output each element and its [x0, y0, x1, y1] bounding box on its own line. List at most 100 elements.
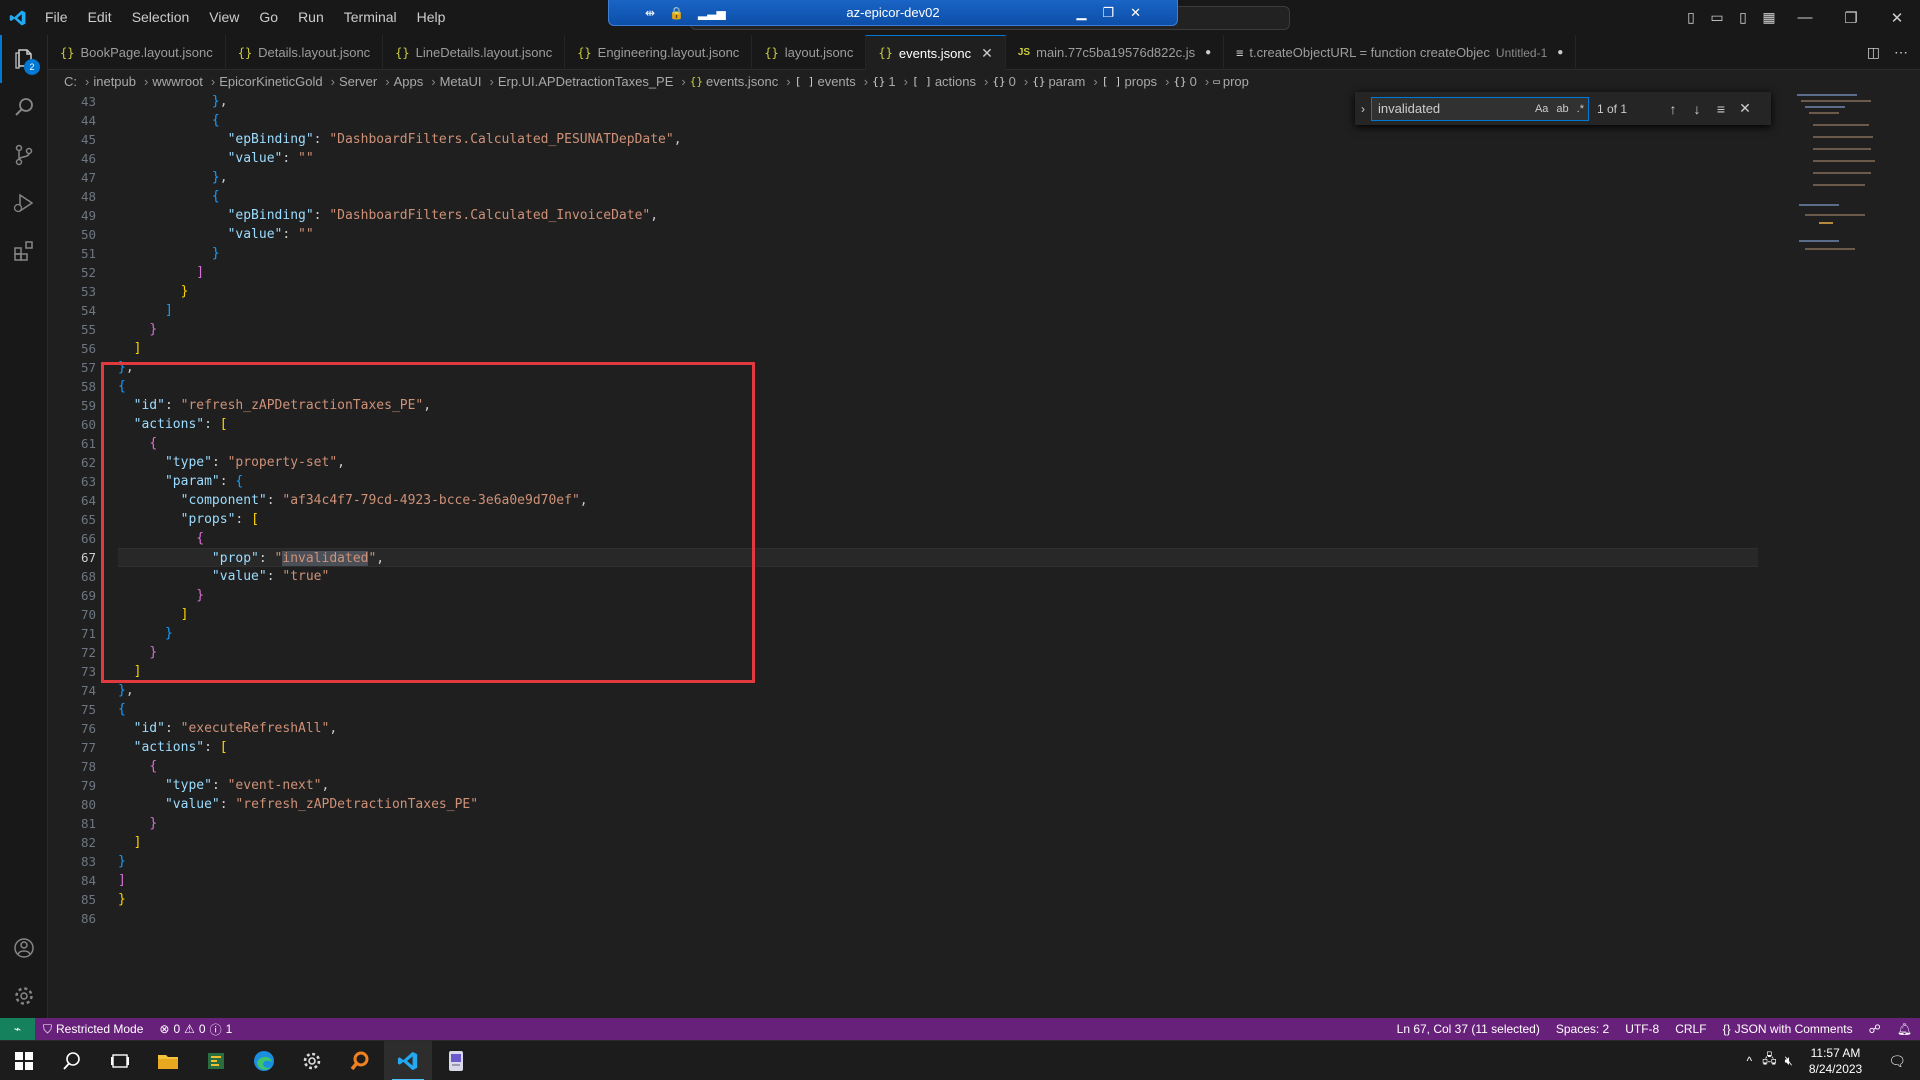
breadcrumb-item[interactable]: events: [817, 74, 855, 89]
breadcrumb-item[interactable]: events.jsonc: [706, 74, 778, 89]
close-icon[interactable]: ✕: [1874, 9, 1920, 27]
menu-go[interactable]: Go: [249, 0, 288, 35]
remote-minimize-icon[interactable]: ▁: [1076, 5, 1086, 21]
unsaved-dot-icon[interactable]: ●: [1557, 47, 1563, 58]
settings-gear-icon[interactable]: [0, 972, 48, 1020]
remote-indicator-icon[interactable]: ⌁: [0, 1018, 35, 1040]
breadcrumb-item[interactable]: props: [1125, 74, 1158, 89]
breadcrumb-item[interactable]: 1: [888, 74, 895, 89]
minimap[interactable]: [1795, 92, 1905, 262]
source-control-icon[interactable]: [0, 131, 48, 179]
menu-view[interactable]: View: [199, 0, 249, 35]
toggle-replace-chevron-icon[interactable]: ›: [1361, 102, 1365, 116]
breadcrumb-item[interactable]: 0: [1190, 74, 1197, 89]
breadcrumb-item[interactable]: 0: [1009, 74, 1016, 89]
accounts-icon[interactable]: [0, 924, 48, 972]
json-file-icon: {}: [764, 45, 779, 60]
network-icon[interactable]: 🖧: [1758, 1050, 1781, 1072]
restore-icon[interactable]: ❐: [1828, 9, 1874, 27]
breadcrumb-item[interactable]: param: [1048, 74, 1085, 89]
next-match-icon[interactable]: ↓: [1685, 101, 1709, 117]
minimize-icon[interactable]: —: [1782, 9, 1828, 26]
feedback-icon[interactable]: ☍: [1861, 1022, 1889, 1036]
menu-help[interactable]: Help: [407, 0, 456, 35]
taskbar-search-icon[interactable]: [48, 1041, 96, 1080]
line-number: 70: [80, 607, 96, 622]
taskbar-clock[interactable]: 11:57 AM 8/24/2023: [1797, 1045, 1874, 1077]
remote-desktop-app-icon[interactable]: [432, 1041, 480, 1080]
tab-events[interactable]: {} events.jsonc ✕: [866, 35, 1006, 70]
match-whole-word-icon[interactable]: ab: [1556, 103, 1568, 115]
search-tool-icon[interactable]: [336, 1041, 384, 1080]
menu-edit[interactable]: Edit: [78, 0, 122, 35]
vscode-taskbar-icon[interactable]: [384, 1040, 432, 1080]
cursor-position-status[interactable]: Ln 67, Col 37 (11 selected): [1389, 1022, 1548, 1036]
language-mode-status[interactable]: {} JSON with Comments: [1715, 1022, 1861, 1036]
breadcrumb-item[interactable]: C:: [64, 74, 77, 89]
close-tab-icon[interactable]: ✕: [981, 45, 993, 62]
breadcrumb-item[interactable]: inetpub: [93, 74, 136, 89]
task-view-icon[interactable]: [96, 1041, 144, 1080]
app-script-icon[interactable]: [192, 1041, 240, 1080]
breadcrumb-item[interactable]: Server: [339, 74, 377, 89]
notification-center-icon[interactable]: 🗨︎: [1874, 1053, 1920, 1070]
breadcrumb-item[interactable]: prop: [1223, 74, 1249, 89]
eol-status[interactable]: CRLF: [1667, 1022, 1714, 1036]
tab-main-js[interactable]: JS main.77c5ba19576d822c.js ●: [1006, 35, 1225, 70]
tab-linedetails[interactable]: {} LineDetails.layout.jsonc: [383, 35, 566, 70]
breadcrumb-item[interactable]: EpicorKineticGold: [219, 74, 322, 89]
find-input[interactable]: invalidated Aa ab .*: [1371, 96, 1589, 121]
use-regex-icon[interactable]: .*: [1577, 103, 1584, 115]
breadcrumb-item[interactable]: wwwroot: [152, 74, 203, 89]
line-number-current: 67: [80, 550, 96, 565]
more-actions-icon[interactable]: ⋯: [1894, 44, 1908, 61]
code-line: ]: [118, 873, 126, 888]
problems-status[interactable]: ⊗ 0 ⚠ 0 ⓘ 1: [151, 1021, 240, 1038]
restricted-mode-status[interactable]: ⛉ Restricted Mode: [35, 1022, 151, 1037]
customize-layout-icon[interactable]: ▦: [1756, 9, 1782, 26]
extensions-icon[interactable]: [0, 227, 48, 275]
settings-app-icon[interactable]: [288, 1041, 336, 1080]
tab-details[interactable]: {} Details.layout.jsonc: [226, 35, 384, 70]
show-hidden-icons-chevron-icon[interactable]: ^: [1740, 1054, 1758, 1068]
breadcrumb-item[interactable]: Apps: [394, 74, 424, 89]
tab-bookpage[interactable]: {} BookPage.layout.jsonc: [48, 35, 226, 70]
breadcrumb-item[interactable]: Erp.UI.APDetractionTaxes_PE: [498, 74, 674, 89]
windows-start-icon[interactable]: [0, 1041, 48, 1080]
line-number: 74: [80, 683, 96, 698]
menu-run[interactable]: Run: [288, 0, 334, 35]
edge-browser-icon[interactable]: [240, 1041, 288, 1080]
indentation-status[interactable]: Spaces: 2: [1548, 1022, 1617, 1036]
split-editor-icon[interactable]: ◫: [1867, 44, 1880, 61]
chevron-right-icon: ›: [144, 73, 149, 89]
encoding-status[interactable]: UTF-8: [1617, 1022, 1667, 1036]
menu-selection[interactable]: Selection: [122, 0, 200, 35]
menu-terminal[interactable]: Terminal: [334, 0, 407, 35]
remote-restore-icon[interactable]: ❐: [1102, 5, 1114, 21]
volume-muted-icon[interactable]: 🔇︎: [1781, 1053, 1797, 1069]
json-file-icon: {}: [878, 46, 893, 60]
toggle-sidebar-icon[interactable]: ▯: [1678, 9, 1704, 26]
close-find-icon[interactable]: ✕: [1733, 100, 1757, 117]
toggle-secondary-sidebar-icon[interactable]: ▯: [1730, 9, 1756, 26]
explorer-icon[interactable]: 2: [0, 35, 48, 83]
tab-untitled[interactable]: ≡ t.createObjectURL = function createObje…: [1224, 35, 1577, 70]
tab-layout[interactable]: {} layout.jsonc: [752, 35, 867, 70]
code-editor[interactable]: 43 44 45 46 47 48 49 50 51 52 53 54 55 5…: [48, 92, 1920, 1018]
search-icon[interactable]: [0, 83, 48, 131]
notifications-bell-icon[interactable]: 🔔︎: [1889, 1022, 1920, 1036]
find-in-selection-icon[interactable]: ≡: [1709, 101, 1733, 117]
tab-engineering[interactable]: {} Engineering.layout.jsonc: [565, 35, 753, 70]
breadcrumb-item[interactable]: actions: [935, 74, 976, 89]
run-debug-icon[interactable]: [0, 179, 48, 227]
menu-file[interactable]: File: [35, 0, 78, 35]
code-line: {: [211, 189, 220, 204]
unsaved-dot-icon[interactable]: ●: [1205, 47, 1211, 58]
previous-match-icon[interactable]: ↑: [1661, 101, 1685, 117]
file-explorer-icon[interactable]: [144, 1041, 192, 1080]
remote-close-icon[interactable]: ✕: [1130, 5, 1141, 21]
toggle-panel-icon[interactable]: ▭: [1704, 9, 1730, 26]
match-case-icon[interactable]: Aa: [1535, 103, 1548, 115]
breadcrumb-item[interactable]: MetaUI: [440, 74, 482, 89]
